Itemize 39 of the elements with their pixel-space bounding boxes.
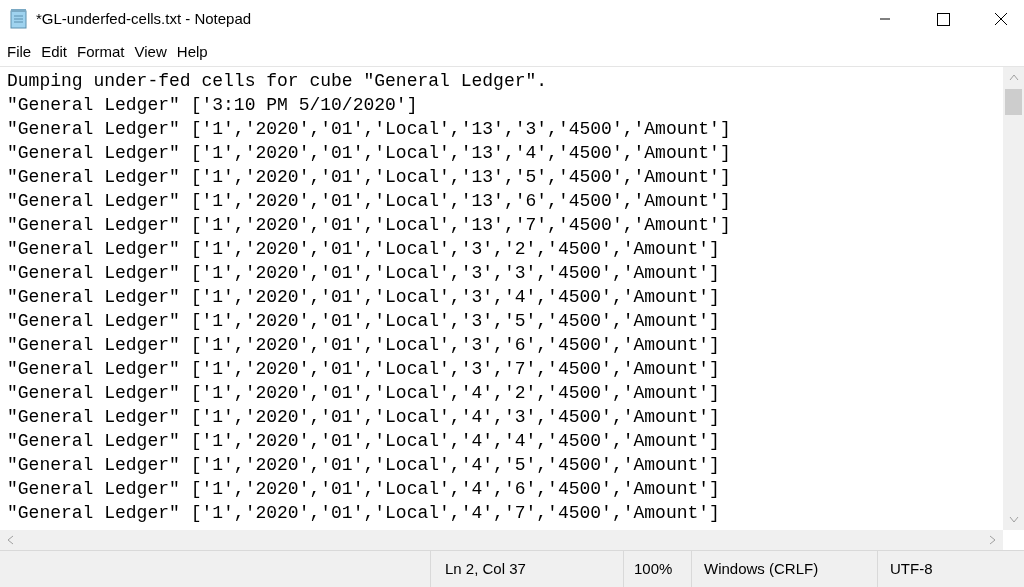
text-line: "General Ledger" ['1','2020','01','Local','3','3','4500','Amount']: [7, 262, 720, 285]
horizontal-scrollbar[interactable]: [0, 530, 1003, 550]
maximize-icon[interactable]: [936, 12, 950, 26]
text-line: "General Ledger" ['1','2020','01','Local','3','2','4500','Amount']: [7, 238, 720, 261]
text-line: "General Ledger" ['1','2020','01','Local','13','6','4500','Amount']: [7, 190, 731, 213]
line-endings: Windows (CRLF): [691, 551, 877, 587]
encoding: UTF-8: [877, 551, 1024, 587]
text-line: "General Ledger" ['1','2020','01','Local','4','6','4500','Amount']: [7, 478, 720, 501]
cursor-position: Ln 2, Col 37: [430, 551, 623, 587]
scroll-right-icon[interactable]: [989, 535, 997, 545]
close-icon[interactable]: [994, 12, 1008, 26]
scroll-down-icon[interactable]: [1008, 516, 1019, 524]
vertical-scrollbar[interactable]: [1003, 67, 1024, 530]
text-line: "General Ledger" ['1','2020','01','Local','3','7','4500','Amount']: [7, 358, 720, 381]
menu-item[interactable]: Format: [72, 40, 130, 64]
text-line: "General Ledger" ['1','2020','01','Local','13','3','4500','Amount']: [7, 118, 731, 141]
text-line: "General Ledger" ['1','2020','01','Local','3','6','4500','Amount']: [7, 334, 720, 357]
text-line: "General Ledger" ['3:10 PM 5/10/2020']: [7, 94, 418, 117]
scrollbar-thumb[interactable]: [1005, 89, 1022, 115]
menu-item[interactable]: File: [2, 40, 37, 64]
text-line: "General Ledger" ['1','2020','01','Local','13','4','4500','Amount']: [7, 142, 731, 165]
text-line: Dumping under-fed cells for cube "General Ledger".: [7, 70, 548, 93]
notepad-icon: [10, 9, 28, 29]
scroll-left-icon[interactable]: [6, 535, 14, 545]
text-line: "General Ledger" ['1','2020','01','Local','3','4','4500','Amount']: [7, 286, 720, 309]
text-line: "General Ledger" ['1','2020','01','Local','13','5','4500','Amount']: [7, 166, 731, 189]
menu-item[interactable]: View: [129, 40, 172, 64]
menu-item[interactable]: Help: [171, 40, 213, 64]
scroll-up-icon[interactable]: [1008, 73, 1019, 81]
text-line: "General Ledger" ['1','2020','01','Local','4','3','4500','Amount']: [7, 406, 720, 429]
text-line: "General Ledger" ['1','2020','01','Local','4','4','4500','Amount']: [7, 430, 720, 453]
zoom-level: 100%: [623, 551, 691, 587]
text-line: "General Ledger" ['1','2020','01','Local','4','7','4500','Amount']: [7, 502, 720, 525]
text-line: "General Ledger" ['1','2020','01','Local','4','2','4500','Amount']: [7, 382, 720, 405]
text-line: "General Ledger" ['1','2020','01','Local','13','7','4500','Amount']: [7, 214, 731, 237]
text-line: "General Ledger" ['1','2020','01','Local','4','5','4500','Amount']: [7, 454, 720, 477]
window-title: *GL-underfed-cells.txt - Notepad: [36, 8, 252, 29]
menu-item[interactable]: Edit: [36, 40, 73, 64]
text-line: "General Ledger" ['1','2020','01','Local','3','5','4500','Amount']: [7, 310, 720, 333]
